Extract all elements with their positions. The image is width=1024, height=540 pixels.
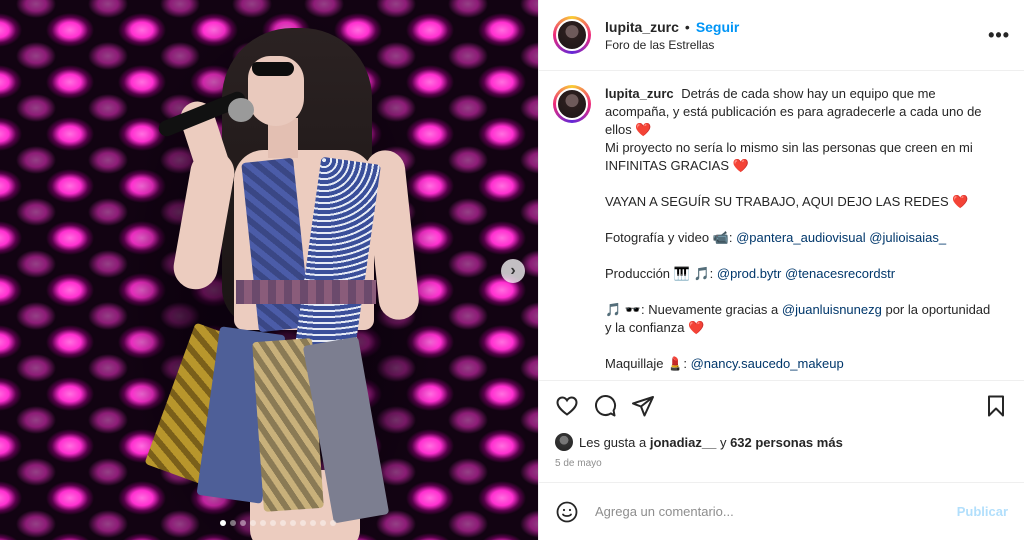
carousel-dots (220, 520, 336, 526)
post-photo[interactable]: › (0, 0, 538, 540)
post-date[interactable]: 5 de mayo (539, 454, 1024, 476)
next-image-button[interactable]: › (501, 259, 525, 283)
send-icon (632, 395, 654, 416)
avatar[interactable] (556, 19, 588, 51)
share-button[interactable] (631, 394, 655, 418)
separator: • (684, 18, 690, 35)
mention-link[interactable]: @pantera_audiovisual (736, 230, 866, 245)
carousel-dot[interactable] (330, 520, 336, 526)
singer-figure (0, 0, 538, 540)
heart-emoji: ❤️ (635, 122, 652, 137)
caption-story-ring[interactable] (553, 85, 591, 123)
heart-icon (556, 395, 578, 416)
username-link[interactable]: lupita_zurc (605, 19, 679, 35)
carousel-dot[interactable] (270, 520, 276, 526)
action-bar (539, 380, 1024, 430)
liker-username[interactable]: jonadiaz__ (650, 435, 716, 450)
more-options-icon[interactable]: ••• (988, 25, 1010, 46)
carousel-dot[interactable] (300, 520, 306, 526)
follow-button[interactable]: Seguir (696, 19, 740, 35)
carousel-dot[interactable] (230, 520, 236, 526)
likes-summary: Les gusta a jonadiaz__ y 632 personas má… (539, 430, 1024, 454)
mention-link[interactable]: @prod.bytr (717, 266, 782, 281)
liker-avatar[interactable] (555, 433, 573, 451)
caption-text: lupita_zurc Detrás de cada show hay un e… (605, 86, 991, 371)
carousel-dot[interactable] (320, 520, 326, 526)
carousel-dot[interactable] (220, 520, 226, 526)
carousel-dot[interactable] (310, 520, 316, 526)
like-button[interactable] (555, 394, 579, 418)
post-viewer: › lupita_zurc • Seguir Foro de las Estre… (0, 0, 1024, 540)
comment-button[interactable] (593, 394, 617, 418)
post-header: lupita_zurc • Seguir Foro de las Estrell… (539, 0, 1024, 71)
bookmark-icon (988, 395, 1004, 416)
caption-area: lupita_zurc Detrás de cada show hay un e… (539, 71, 1024, 380)
location-link[interactable]: Foro de las Estrellas (605, 38, 988, 52)
comment-bar: Publicar (539, 482, 1024, 540)
chevron-right-icon: › (510, 262, 516, 279)
carousel-dot[interactable] (250, 520, 256, 526)
carousel-dot[interactable] (260, 520, 266, 526)
comment-icon (595, 394, 617, 416)
comment-input[interactable] (595, 504, 957, 519)
mention-link[interactable]: @julioisaias_ (869, 230, 946, 245)
mention-link[interactable]: @tenacesrecordstr (785, 266, 895, 281)
carousel-dot[interactable] (290, 520, 296, 526)
story-ring[interactable] (553, 16, 591, 54)
heart-emoji: ❤️ (688, 320, 705, 335)
emoji-button[interactable] (555, 500, 579, 524)
post-panel: lupita_zurc • Seguir Foro de las Estrell… (538, 0, 1024, 540)
heart-emoji: ❤️ (732, 158, 749, 173)
heart-emoji: ❤️ (952, 194, 969, 209)
carousel-dot[interactable] (240, 520, 246, 526)
likes-count-link[interactable]: 632 personas más (730, 435, 843, 450)
publish-button[interactable]: Publicar (957, 504, 1008, 519)
mention-link[interactable]: @nancy.saucedo_makeup (691, 356, 844, 371)
save-button[interactable] (984, 394, 1008, 418)
smiley-icon (556, 501, 578, 522)
carousel-dot[interactable] (280, 520, 286, 526)
caption-username[interactable]: lupita_zurc (605, 86, 674, 101)
caption-avatar[interactable] (556, 88, 588, 120)
mention-link[interactable]: @juanluisnunezg (782, 302, 882, 317)
sunglasses (252, 62, 294, 76)
